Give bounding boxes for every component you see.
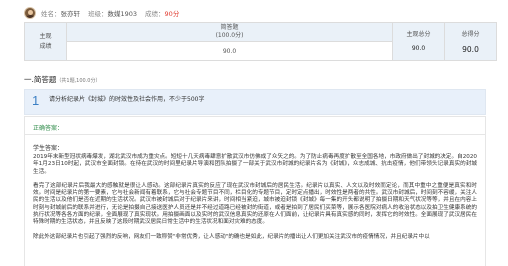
subjective-total-label-cell: 主观总分 90.0 <box>392 22 445 61</box>
section-title: 一.简答题（共1题,100.0分） <box>24 74 100 85</box>
student-name: 姓名：张亦轩 <box>41 8 80 18</box>
total-score-cell: 总得分 90.0 <box>444 22 497 61</box>
question-box: 1 请分析纪录片《封城》的时效性及社会作用，不少于500字 <box>24 89 486 115</box>
section-note: （共1题,100.0分） <box>56 78 101 84</box>
question-text: 请分析纪录片《封城》的时效性及社会作用，不少于500字 <box>49 96 205 103</box>
class-label: 班级： <box>88 10 108 18</box>
correct-answer-label: 正确答案： <box>33 125 64 132</box>
question-number: 1 <box>32 93 40 108</box>
short-answer-score: 90.0 <box>66 41 393 61</box>
avatar <box>24 7 36 19</box>
subjective-total-value: 90.0 <box>411 45 426 52</box>
answer-paragraph-3: 除此外这部纪录片也引起了强烈的反响，网友们一致称赞"非常优秀，让人感动"的确也是… <box>33 233 430 240</box>
answer-paragraph-1: 2019年末新型冠状病毒爆发，湖北武汉市成为重灾点。短短十几天病毒肆意扩散武汉市… <box>33 154 477 175</box>
correct-answer-row: 正确答案： <box>25 117 485 135</box>
name-value: 张亦轩 <box>60 10 81 18</box>
total-score-label: 总得分 <box>461 31 480 38</box>
section-title-text: 一.简答题 <box>24 75 57 84</box>
subjective-total-label: 主观总分 <box>406 31 431 38</box>
total-score-value: 90.0 <box>462 45 479 54</box>
score-summary-table: 主观 成绩 简答题 (100.0分) 主观总分 90.0 总得分 90.0 90.0 <box>24 22 497 61</box>
student-answer: 学生答案： 2019年末新型冠状病毒爆发，湖北武汉市成为重灾点。短短十几天病毒肆… <box>25 135 485 241</box>
name-label: 姓名： <box>41 10 61 18</box>
class-value: 数媒1903 <box>107 10 138 18</box>
score-value: 90分 <box>164 10 180 18</box>
student-class: 班级：数媒1903 <box>88 8 137 18</box>
student-info-bar: 姓名：张亦轩 班级：数媒1903 成绩：90分 <box>24 6 187 20</box>
subjective-score-label: 主观 成绩 <box>24 22 67 61</box>
student-answer-label: 学生答案： <box>33 145 64 152</box>
score-label: 成绩： <box>145 10 165 18</box>
answer-paragraph-2: 看完了这部纪录片后我最大的感触就是很让人感动。这部纪录片真实的反应了现在武汉市封… <box>33 182 477 226</box>
student-score: 成绩：90分 <box>145 8 179 18</box>
answer-panel: 正确答案： 学生答案： 2019年末新型冠状病毒爆发，湖北武汉市成为重灾点。短短… <box>24 116 486 266</box>
short-answer-header: 简答题 (100.0分) <box>66 22 393 42</box>
